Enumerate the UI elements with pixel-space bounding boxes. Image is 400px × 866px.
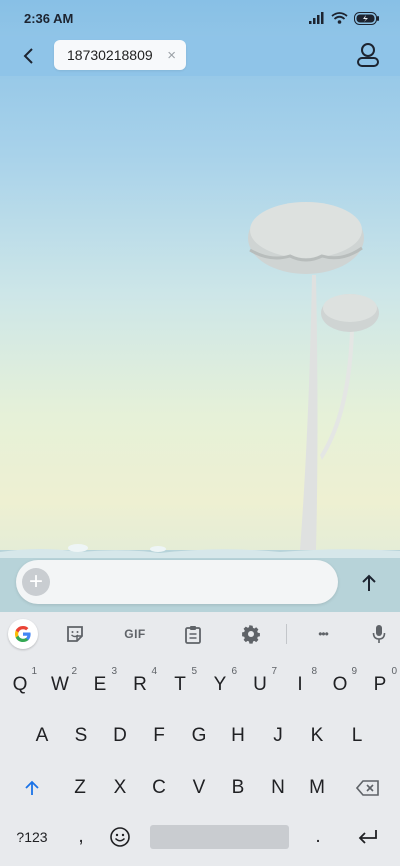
clipboard-button[interactable] bbox=[178, 619, 208, 649]
key-o[interactable]: O9 bbox=[320, 664, 360, 706]
battery-charging-icon bbox=[354, 11, 379, 25]
message-input[interactable]: + bbox=[16, 560, 338, 604]
wallpaper bbox=[0, 0, 400, 612]
key-i[interactable]: I8 bbox=[280, 664, 320, 706]
add-attachment-button[interactable]: + bbox=[22, 568, 50, 596]
arrow-up-icon bbox=[362, 574, 376, 591]
emoji-icon bbox=[110, 827, 130, 847]
key-r[interactable]: R4 bbox=[120, 664, 160, 706]
space-key[interactable] bbox=[150, 825, 289, 849]
key-s[interactable]: S bbox=[61, 715, 101, 757]
key-q[interactable]: Q1 bbox=[0, 664, 40, 706]
key-b[interactable]: B bbox=[218, 767, 258, 809]
gear-icon bbox=[242, 625, 260, 644]
send-button[interactable] bbox=[352, 566, 386, 600]
key-f[interactable]: F bbox=[139, 715, 179, 757]
enter-icon bbox=[358, 830, 377, 844]
status-bar: 2:36 AM bbox=[0, 0, 400, 36]
back-arrow-icon bbox=[23, 48, 33, 64]
key-g[interactable]: G bbox=[179, 715, 219, 757]
backspace-icon bbox=[356, 780, 379, 796]
sticker-icon bbox=[67, 626, 83, 642]
sticker-button[interactable] bbox=[60, 619, 90, 649]
key-c[interactable]: C bbox=[139, 767, 179, 809]
key-v[interactable]: V bbox=[179, 767, 219, 809]
key-d[interactable]: D bbox=[100, 715, 140, 757]
shift-arrow-icon bbox=[25, 780, 39, 795]
settings-button[interactable] bbox=[236, 619, 266, 649]
wifi-icon bbox=[331, 12, 348, 24]
more-button[interactable]: ••• bbox=[308, 619, 338, 649]
enter-key[interactable] bbox=[346, 816, 390, 858]
key-p[interactable]: P0 bbox=[360, 664, 400, 706]
clipboard-icon bbox=[185, 625, 201, 644]
recipient-number: 18730218809 bbox=[67, 47, 153, 63]
wallpaper-art bbox=[0, 202, 400, 612]
key-u[interactable]: U7 bbox=[240, 664, 280, 706]
key-z[interactable]: Z bbox=[60, 767, 100, 809]
contact-icon[interactable] bbox=[356, 42, 380, 68]
gif-button[interactable]: GIF bbox=[118, 619, 152, 649]
toolbar-divider bbox=[286, 624, 287, 644]
key-m[interactable]: M bbox=[297, 767, 337, 809]
remove-recipient-icon[interactable]: × bbox=[167, 47, 176, 64]
microphone-icon bbox=[372, 625, 386, 643]
key-x[interactable]: X bbox=[100, 767, 140, 809]
key-w[interactable]: W2 bbox=[40, 664, 80, 706]
key-j[interactable]: J bbox=[258, 715, 298, 757]
key-k[interactable]: K bbox=[297, 715, 337, 757]
signal-icon bbox=[309, 12, 324, 24]
voice-input-button[interactable] bbox=[364, 619, 394, 649]
key-y[interactable]: Y6 bbox=[200, 664, 240, 706]
google-icon bbox=[15, 626, 31, 642]
key-t[interactable]: T5 bbox=[160, 664, 200, 706]
recipient-chip[interactable]: 18730218809 × bbox=[54, 40, 186, 70]
key-l[interactable]: L bbox=[337, 715, 377, 757]
key-n[interactable]: N bbox=[258, 767, 298, 809]
backspace-key[interactable] bbox=[346, 767, 390, 809]
symbols-key[interactable]: ?123 bbox=[8, 816, 56, 858]
key-a[interactable]: A bbox=[22, 715, 62, 757]
shift-key[interactable] bbox=[10, 767, 54, 809]
keyboard: GIF ••• Q1 W2 E3 R4 T 5 Y 6 U 7 I 8 O 9 … bbox=[0, 612, 400, 866]
comma-key[interactable]: , bbox=[61, 816, 101, 858]
keyboard-toolbar: GIF ••• bbox=[0, 612, 400, 656]
key-e[interactable]: E3 bbox=[80, 664, 120, 706]
clock: 2:36 AM bbox=[24, 10, 74, 26]
google-button[interactable] bbox=[8, 619, 38, 649]
key-h[interactable]: H bbox=[218, 715, 258, 757]
period-key[interactable]: . bbox=[298, 816, 338, 858]
emoji-key[interactable] bbox=[100, 816, 140, 858]
conversation-header: 18730218809 × bbox=[0, 36, 400, 76]
back-button[interactable] bbox=[14, 42, 42, 70]
